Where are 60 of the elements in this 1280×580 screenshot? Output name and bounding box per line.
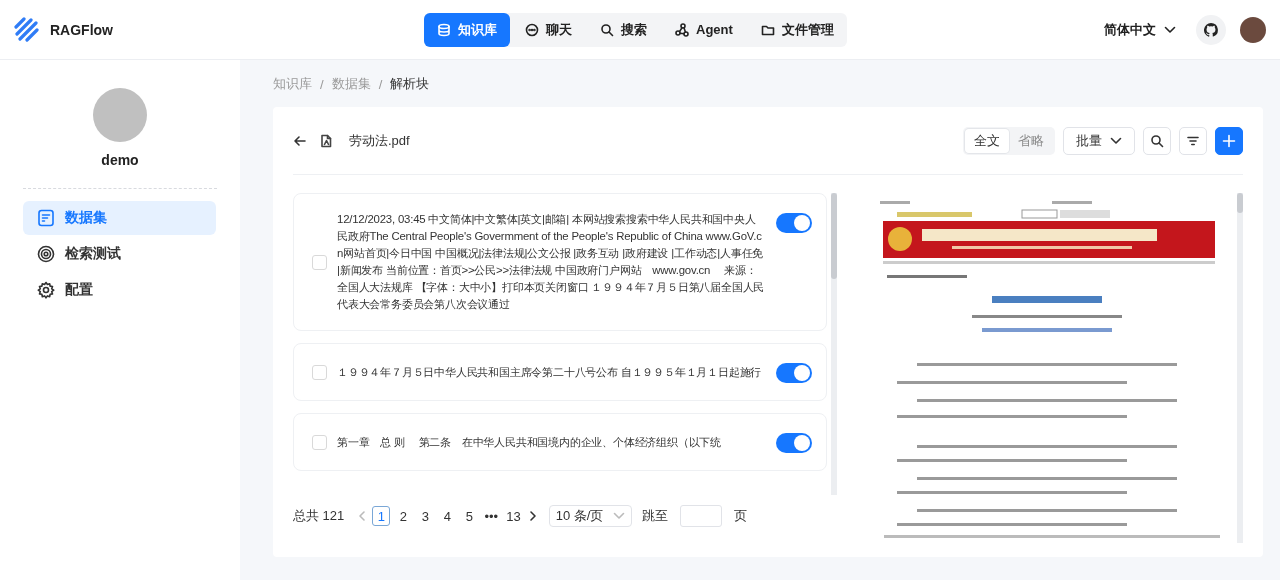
page-unit-label: 页 [734,507,748,525]
chunk-text: 12/12/2023, 03:45 中文简体|中文繁体|英文|邮箱| 本网站搜索搜索中华人民共和国中央人民政府The Central People's Govermment of the People's Republic of China www.GoV.cn网站首页|今日中国 中国概况|法律法规|公文公报 |政务互动 |政府建设 |工作动态|人事任免 |新闻发布 当前位置：首页>>公民>>法律法规 中国政府门户网站 www.gov.cn 来源：全国人大法规库 【字体：大中小】打印本页关闭窗口 １９９４年７月５日第八届全国人民代表大会常务委员会第八次会议通过 [337,212,766,312]
file-name: 劳动法.pdf [349,131,410,150]
target-icon [37,245,55,263]
chunk-toggle[interactable] [776,433,812,453]
nav-tab[interactable]: Agent [662,12,746,47]
chunk-checkbox[interactable] [312,254,327,270]
user-avatar[interactable] [1240,16,1266,43]
nav-tab[interactable]: 文件管理 [747,12,847,47]
page-number[interactable]: 2 [394,506,413,526]
search-icon [600,22,614,37]
github-icon [1204,22,1218,37]
back-arrow-icon [293,133,307,148]
jump-label: 跳至 [642,507,669,525]
filter-button[interactable] [1179,126,1207,155]
chat-bubble-icon [525,22,539,37]
add-button[interactable] [1215,126,1243,155]
nav-tab[interactable]: 搜索 [587,12,660,47]
chevron-down-icon [613,510,626,522]
dataset-avatar [93,88,147,142]
total-count: 总共 121 [293,507,345,525]
language-selector[interactable]: 简体中文 [1098,19,1182,40]
database-icon [437,22,451,37]
chunk-toggle[interactable] [776,363,812,383]
page-jump-field[interactable] [680,505,723,527]
chunk-toggle[interactable] [776,213,812,233]
breadcrumb-separator: / [378,76,383,92]
sidebar-item[interactable]: 配置 [23,273,216,307]
dataset-name: demo [101,152,139,168]
page-number[interactable]: 5 [460,506,479,526]
sidebar-item[interactable]: 数据集 [23,201,216,235]
chunk-text: 第一章 总 则 第二条 在中华人民共和国境内的企业、个体经济组织（以下统 [337,434,722,450]
page-number[interactable]: 3 [416,506,435,526]
page-number[interactable]: 1 [372,506,391,526]
nav-tab[interactable]: 聊天 [512,12,585,47]
nodes-icon [675,22,689,37]
plus-icon [1222,133,1236,148]
chunk-text: １９９４年７月５日中华人民共和国主席令第二十八号公布 自１９９５年１月１日起施行 [337,364,763,380]
page-number[interactable]: ••• [482,506,501,526]
document-icon [37,209,55,227]
breadcrumb-separator: / [320,76,324,92]
chunk-checkbox[interactable] [312,364,327,380]
breadcrumb-current: 解析块 [390,75,430,93]
bulk-dropdown[interactable]: 批量 [1063,126,1135,155]
github-button[interactable] [1196,14,1226,45]
nav-tab[interactable]: 知识库 [424,12,510,47]
search-button[interactable] [1143,126,1171,155]
pdf-file-icon [319,133,333,148]
preview-scrollbar[interactable] [1237,193,1243,543]
page-number[interactable]: 4 [438,506,457,526]
page-size-select[interactable]: 10 条/页 [548,505,633,527]
logo-icon [14,16,40,43]
scrollbar[interactable] [831,193,837,495]
app-name: RAGFlow [50,21,113,38]
chunk-checkbox[interactable] [312,434,327,450]
view-mode-tab[interactable]: 全文 [965,128,1009,153]
search-icon [1150,133,1164,148]
settings-icon [37,281,55,299]
page-number[interactable]: 13 [504,506,523,526]
sidebar-item[interactable]: 检索测试 [23,237,216,271]
